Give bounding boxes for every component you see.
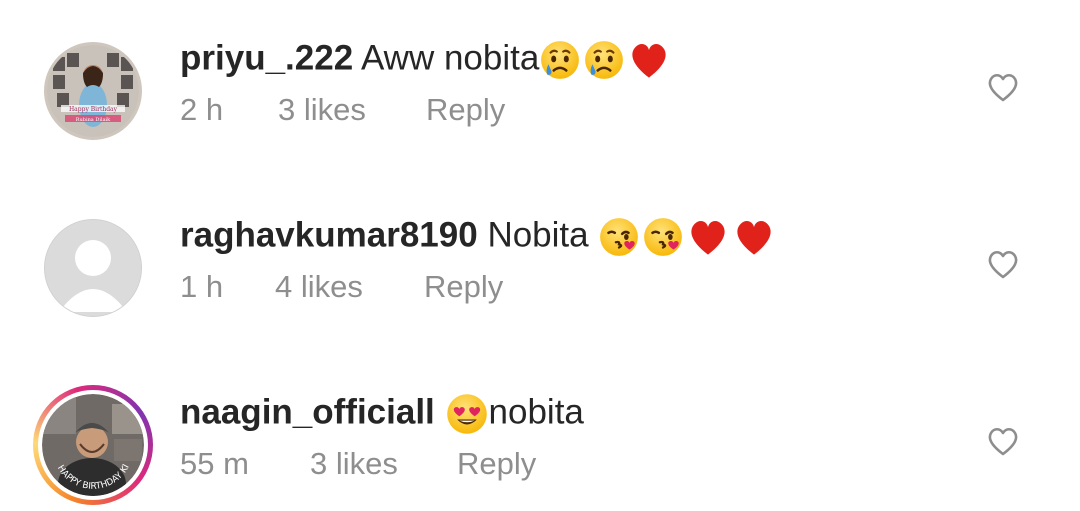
likes-count[interactable]: 3 likes [278,92,426,128]
comment-meta: 2 h 3 likes Reply [180,92,505,128]
red-heart-icon [627,38,671,82]
username-link[interactable]: raghavkumar8190 [180,215,478,254]
comment-text-line: priyu_.222 Aww nobita [180,38,671,82]
comment-item: Happy Birthday Rubina Dilaik priyu_.222 … [0,0,1080,140]
avatar-caption: Happy Birthday [69,106,118,113]
comment-text: nobita [488,392,584,432]
username-link[interactable]: naagin_officiall [180,392,435,431]
red-heart-icon [686,215,730,259]
avatar-story-ring[interactable]: HAPPY BIRTHDAY KING [33,385,153,505]
avatar[interactable]: Happy Birthday Rubina Dilaik [44,42,142,140]
reply-button[interactable]: Reply [426,92,505,128]
timestamp: 1 h [180,269,224,304]
username-link[interactable]: priyu_.222 [180,38,353,77]
kissing-face-icon [642,216,684,258]
comment-item: raghavkumar8190 Nobita 1 h 4 likes Reply [0,177,1080,317]
kissing-face-icon [598,216,640,258]
emoji-group [598,215,776,259]
default-avatar-icon [45,220,141,316]
likes-count[interactable]: 4 likes [275,269,424,305]
comment-item: HAPPY BIRTHDAY KING naagin_officiall nob… [0,354,1080,505]
crying-face-icon [539,39,581,81]
likes-count[interactable]: 3 likes [310,446,457,482]
timestamp: 55 m [180,446,249,481]
timestamp: 2 h [180,92,224,127]
crying-face-icon [583,39,625,81]
emoji-group [539,38,671,82]
comment-text-line: raghavkumar8190 Nobita [180,215,776,259]
reply-button[interactable]: Reply [424,269,503,305]
avatar-caption: Rubina Dilaik [76,117,111,123]
heart-eyes-face-icon [445,392,489,436]
red-heart-icon [732,215,776,259]
comment-meta: 55 m 3 likes Reply [180,446,536,482]
avatar-image: HAPPY BIRTHDAY KING [39,387,144,496]
comment-text: Nobita [487,215,589,255]
comment-text: Aww nobita [360,38,540,78]
like-heart-icon[interactable] [985,423,1021,459]
like-heart-icon[interactable] [985,69,1021,105]
avatar[interactable] [44,219,142,317]
reply-button[interactable]: Reply [457,446,536,482]
avatar-image: Happy Birthday Rubina Dilaik [47,45,139,137]
comment-text-line: naagin_officiall nobita [180,392,584,436]
like-heart-icon[interactable] [985,246,1021,282]
comment-meta: 1 h 4 likes Reply [180,269,503,305]
